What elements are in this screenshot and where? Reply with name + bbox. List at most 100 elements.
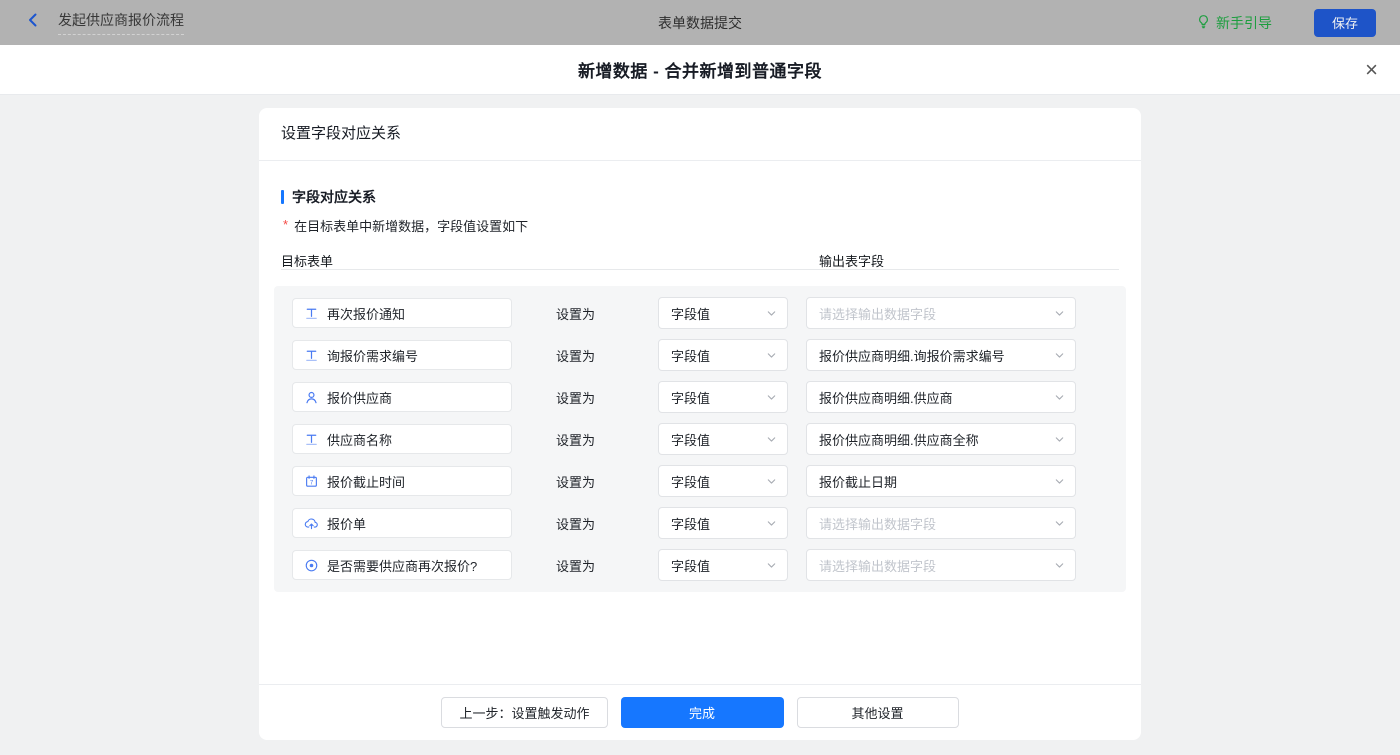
output-field-select[interactable]: 请选择输出数据字段	[806, 549, 1076, 581]
value-mode-select[interactable]: 字段值	[658, 297, 788, 329]
output-field-select[interactable]: 请选择输出数据字段	[806, 297, 1076, 329]
chevron-down-icon	[766, 476, 777, 487]
output-field-text: 请选择输出数据字段	[819, 516, 937, 532]
page-center-title: 表单数据提交	[658, 14, 742, 31]
set-as-label: 设置为	[556, 348, 596, 364]
mapping-row: 是否需要供应商再次报价? 设置为 字段值 请选择输出数据字段	[292, 549, 1108, 581]
column-headers: 目标表单 输出表字段	[281, 251, 1119, 270]
chevron-down-icon	[1054, 518, 1065, 529]
member-icon	[303, 389, 319, 405]
top-bar: 发起供应商报价流程 表单数据提交 新手引导 保存	[0, 0, 1400, 45]
chevron-left-icon	[24, 11, 42, 34]
chevron-down-icon	[1054, 476, 1065, 487]
target-field-label: 再次报价通知	[327, 306, 406, 322]
flow-title[interactable]: 发起供应商报价流程	[58, 10, 184, 35]
set-as-label: 设置为	[556, 558, 596, 574]
target-field: 询报价需求编号	[292, 340, 512, 370]
mapping-row: 报价单 设置为 字段值 请选择输出数据字段	[292, 507, 1108, 539]
output-field-select[interactable]: 报价截止日期	[806, 465, 1076, 497]
card-footer: 上一步：设置触发动作 完成 其他设置	[259, 684, 1141, 740]
chevron-down-icon	[1054, 350, 1065, 361]
chevron-down-icon	[766, 308, 777, 319]
value-mode-select[interactable]: 字段值	[658, 507, 788, 539]
modal-body: 设置字段对应关系 字段对应关系 * 在目标表单中新增数据，字段值设置如下 目标表…	[0, 95, 1400, 755]
mapping-row: 7 报价截止时间 设置为 字段值 报价截止日期	[292, 465, 1108, 497]
chevron-down-icon	[766, 434, 777, 445]
mapping-row: 供应商名称 设置为 字段值 报价供应商明细.供应商全称	[292, 423, 1108, 455]
value-mode-select[interactable]: 字段值	[658, 339, 788, 371]
done-button[interactable]: 完成	[620, 697, 784, 728]
card-body: 字段对应关系 * 在目标表单中新增数据，字段值设置如下 目标表单 输出表字段 再	[259, 161, 1141, 592]
upload-cloud-icon	[303, 515, 319, 531]
set-as-label: 设置为	[556, 474, 596, 490]
target-field: 7 报价截止时间	[292, 466, 512, 496]
value-mode-text: 字段值	[671, 432, 711, 448]
set-as-label: 设置为	[556, 306, 596, 322]
radio-icon	[303, 557, 319, 573]
modal-title: 新增数据 - 合并新增到普通字段	[577, 62, 823, 81]
lightbulb-icon	[1196, 14, 1211, 32]
set-as-label: 设置为	[556, 432, 596, 448]
value-mode-text: 字段值	[671, 306, 711, 322]
output-field-select[interactable]: 报价供应商明细.供应商全称	[806, 423, 1076, 455]
card-header-title: 设置字段对应关系	[259, 108, 1141, 161]
save-button[interactable]: 保存	[1314, 8, 1376, 37]
target-field: 报价供应商	[292, 382, 512, 412]
set-as-label: 设置为	[556, 516, 596, 532]
value-mode-select[interactable]: 字段值	[658, 423, 788, 455]
text-field-icon	[303, 347, 319, 363]
beginner-guide-link[interactable]: 新手引导	[1196, 13, 1272, 33]
chevron-down-icon	[766, 392, 777, 403]
beginner-guide-label: 新手引导	[1216, 14, 1272, 31]
output-field-text: 报价供应商明细.询报价需求编号	[819, 348, 1005, 364]
modal-title-bar: 新增数据 - 合并新增到普通字段 ×	[0, 45, 1400, 95]
value-mode-select[interactable]: 字段值	[658, 549, 788, 581]
target-field: 报价单	[292, 508, 512, 538]
value-mode-text: 字段值	[671, 558, 711, 574]
back-button[interactable]	[24, 11, 42, 34]
output-field-text: 报价供应商明细.供应商	[819, 390, 953, 406]
chevron-down-icon	[1054, 560, 1065, 571]
column-target-form: 目标表单	[281, 254, 334, 269]
calendar-icon: 7	[303, 473, 319, 489]
target-field-label: 报价截止时间	[327, 474, 406, 490]
output-field-select[interactable]: 报价供应商明细.询报价需求编号	[806, 339, 1076, 371]
previous-step-button[interactable]: 上一步：设置触发动作	[441, 697, 608, 728]
mapping-row: 报价供应商 设置为 字段值 报价供应商明细.供应商	[292, 381, 1108, 413]
close-icon[interactable]: ×	[1365, 58, 1378, 81]
text-field-icon	[303, 305, 319, 321]
mapping-row: 再次报价通知 设置为 字段值 请选择输出数据字段	[292, 297, 1108, 329]
chevron-down-icon	[1054, 308, 1065, 319]
chevron-down-icon	[766, 560, 777, 571]
chevron-down-icon	[1054, 434, 1065, 445]
value-mode-text: 字段值	[671, 390, 711, 406]
chevron-down-icon	[766, 518, 777, 529]
target-field: 是否需要供应商再次报价?	[292, 550, 512, 580]
output-field-select[interactable]: 请选择输出数据字段	[806, 507, 1076, 539]
svg-text:7: 7	[309, 480, 313, 486]
value-mode-select[interactable]: 字段值	[658, 465, 788, 497]
target-field-label: 询报价需求编号	[327, 348, 419, 364]
value-mode-text: 字段值	[671, 474, 711, 490]
value-mode-text: 字段值	[671, 348, 711, 364]
description-text: 在目标表单中新增数据，字段值设置如下	[294, 219, 529, 234]
value-mode-select[interactable]: 字段值	[658, 381, 788, 413]
section-title-label: 字段对应关系	[292, 189, 376, 205]
value-mode-text: 字段值	[671, 516, 711, 532]
output-field-select[interactable]: 报价供应商明细.供应商	[806, 381, 1076, 413]
chevron-down-icon	[1054, 392, 1065, 403]
mapping-row: 询报价需求编号 设置为 字段值 报价供应商明细.询报价需求编号	[292, 339, 1108, 371]
output-field-text: 请选择输出数据字段	[819, 306, 937, 322]
output-field-text: 报价供应商明细.供应商全称	[819, 432, 979, 448]
accent-bar	[281, 190, 284, 204]
target-field: 供应商名称	[292, 424, 512, 454]
section-description: * 在目标表单中新增数据，字段值设置如下	[281, 216, 1119, 235]
mapping-panel: 再次报价通知 设置为 字段值 请选择输出数据字段 询报价需求编号 设置为 字段值…	[274, 286, 1126, 592]
other-settings-button[interactable]: 其他设置	[796, 697, 959, 728]
column-output-field: 输出表字段	[819, 254, 885, 269]
target-field-label: 报价供应商	[327, 390, 393, 406]
set-as-label: 设置为	[556, 390, 596, 406]
settings-card: 设置字段对应关系 字段对应关系 * 在目标表单中新增数据，字段值设置如下 目标表…	[259, 108, 1141, 740]
target-field-label: 报价单	[327, 516, 367, 532]
output-field-text: 请选择输出数据字段	[819, 558, 937, 574]
